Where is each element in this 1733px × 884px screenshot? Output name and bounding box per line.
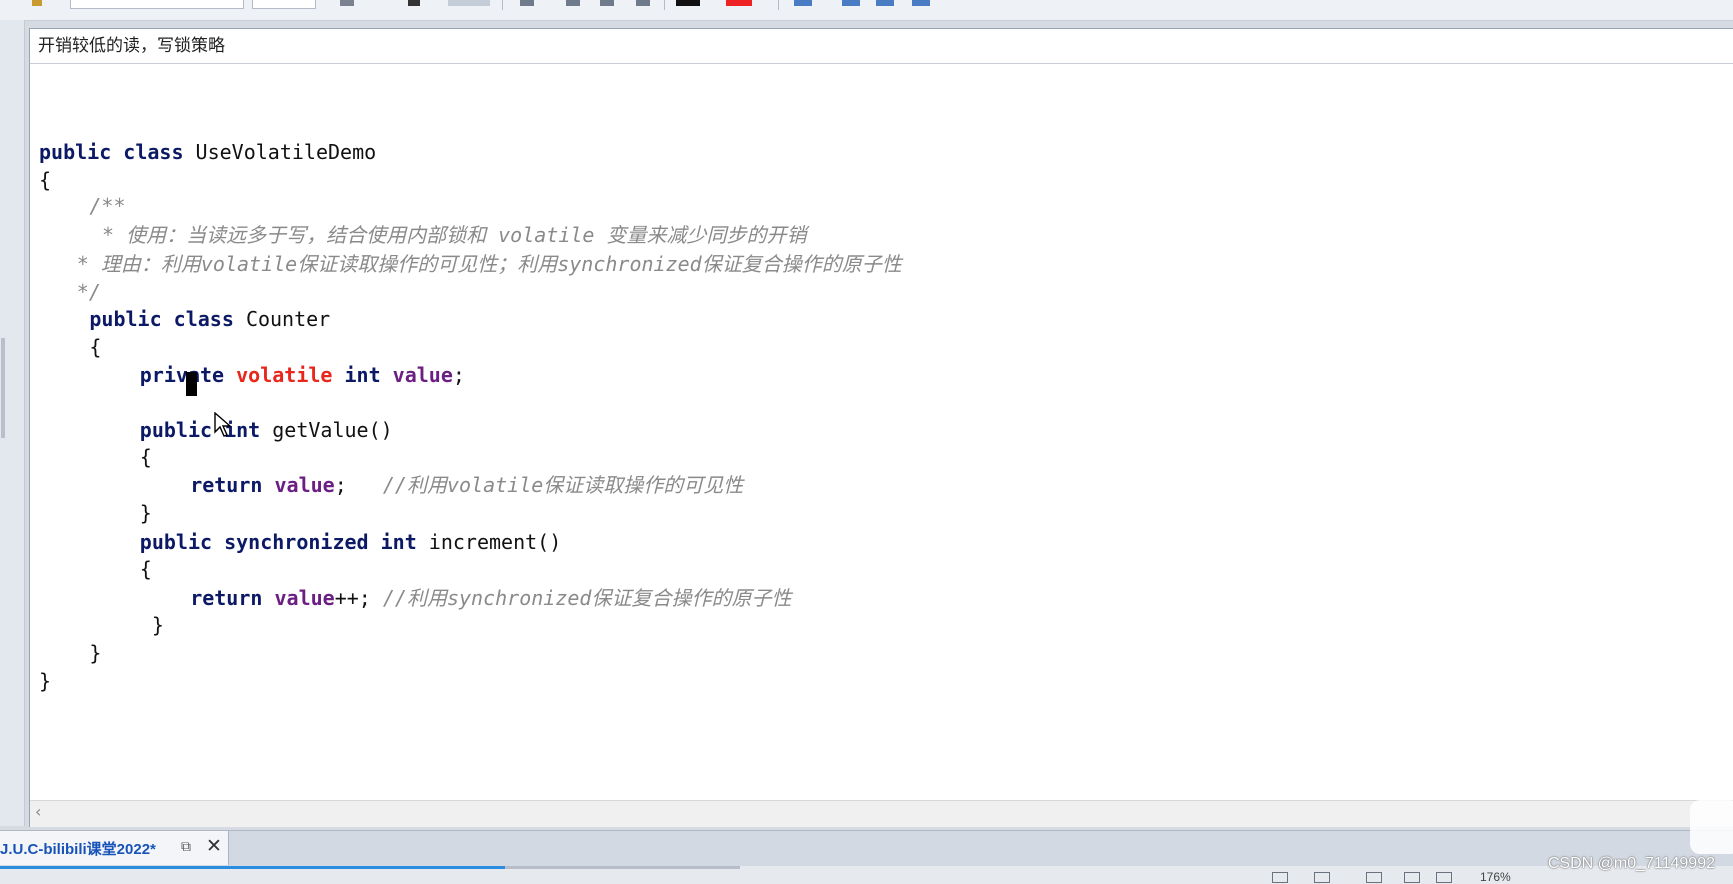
code-token: */ [76,280,101,304]
code-line-12[interactable]: return value; //利用volatile保证读取操作的可见性 [190,472,743,498]
progress-track [505,866,740,869]
document-tab-bar: J.U.C-bilibili课堂2022* ⧉ ✕ [0,830,1733,867]
font-color-icon[interactable] [676,0,700,6]
code-line-10[interactable]: public int getValue() [140,417,393,443]
float-window-icon[interactable]: ⧉ [181,839,191,855]
code-line-4[interactable]: * 使用：当读远多于写，结合使用内部锁和 volatile 变量来减少同步的开销 [102,222,807,248]
code-token: public class [89,307,246,331]
layout-b-icon[interactable] [1436,872,1452,883]
code-line-7[interactable]: public class Counter [89,306,330,332]
panel-title[interactable]: 开销较低的读，写锁策略 [30,29,1733,64]
code-token: //利用synchronized保证复合操作的原子性 [382,586,792,610]
code-token: UseVolatileDemo [195,140,377,164]
page-view-icon[interactable] [1272,872,1288,883]
status-bar: 176% [0,866,1733,884]
code-line-14[interactable]: public synchronized int increment() [140,529,561,555]
code-token: return [190,473,275,497]
indent-icon[interactable] [566,0,580,6]
code-token: } [39,669,52,693]
code-line-17[interactable]: } [140,612,164,638]
code-line-13[interactable]: } [140,500,152,526]
code-token: { [139,445,152,469]
code-line-18[interactable]: } [89,640,101,666]
image-icon[interactable] [876,0,894,6]
code-token: increment() [428,530,562,554]
document-tab-label[interactable]: J.U.C-bilibili课堂2022* [0,838,156,859]
progress-bar [0,866,505,869]
editor-panel: 开销较低的读，写锁策略 public class UseVolatileDemo… [29,28,1733,827]
video-play-button[interactable] [1690,800,1733,854]
code-token: getValue() [272,418,393,442]
code-token: value [392,363,453,387]
font-size-combo[interactable] [252,0,316,9]
code-token: { [39,168,52,192]
spell-check-icon[interactable] [1366,872,1382,883]
gutter-scroll-mark[interactable] [1,338,5,438]
code-line-5[interactable]: * 理由：利用volatile保证读取操作的可见性；利用synchronized… [77,251,902,277]
code-line-1[interactable]: public class UseVolatileDemo [39,139,376,165]
link-icon[interactable] [842,0,860,6]
font-name-combo[interactable] [70,0,244,9]
left-gutter [0,20,25,826]
table-icon[interactable] [794,0,812,6]
toolbar-separator [502,0,503,10]
code-line-19[interactable]: } [39,668,51,694]
text-caret [186,372,197,396]
underline-icon[interactable] [408,0,420,6]
code-token: Counter [245,307,331,331]
code-token: * 理由：利用volatile保证读取操作的可见性；利用synchronized… [76,252,902,276]
code-token: /** [89,194,126,218]
numbering-icon[interactable] [636,0,650,6]
code-token: ++; [334,586,383,610]
toolbar-separator [664,0,665,10]
toolbar-separator [778,0,779,10]
code-token: } [139,613,164,637]
highlight-color-icon[interactable] [726,0,752,6]
horizontal-scrollbar[interactable]: ‹ [30,800,1733,827]
attach-icon[interactable] [912,0,930,6]
zoom-level[interactable]: 176% [1480,870,1511,884]
filter-icon[interactable] [1314,872,1330,883]
mouse-pointer-icon [214,412,232,437]
code-line-3[interactable]: /** [89,193,125,219]
layout-a-icon[interactable] [1404,872,1420,883]
code-token: { [139,557,152,581]
code-token: int [344,363,393,387]
code-line-8[interactable]: { [89,334,101,360]
close-icon[interactable]: ✕ [206,835,222,857]
code-token: value [274,473,335,497]
scroll-left-icon[interactable]: ‹ [35,802,41,821]
list-icon[interactable] [520,0,534,6]
code-token: return [190,586,275,610]
code-token: } [139,501,152,525]
toolbar [0,0,1733,21]
code-token: * 使用：当读远多于写，结合使用内部锁和 volatile 变量来减少同步的开销 [102,223,807,247]
code-token: } [89,641,102,665]
watermark: CSDN @m0_71149992 [1547,855,1715,872]
align-icon[interactable] [448,0,490,6]
code-line-15[interactable]: { [140,556,152,582]
outdent-icon[interactable] [600,0,614,6]
document-tab[interactable]: J.U.C-bilibili课堂2022* ⧉ ✕ [0,831,229,865]
code-line-2[interactable]: { [39,167,51,193]
code-token: { [89,335,102,359]
code-token: ; [452,363,465,387]
code-token: volatile [236,363,345,387]
code-line-16[interactable]: return value++; //利用synchronized保证复合操作的原… [190,585,791,611]
code-token: //利用volatile保证读取操作的可见性 [382,473,744,497]
code-token: ; [334,473,383,497]
code-line-6[interactable]: */ [77,279,101,305]
code-token: public synchronized int [139,530,429,554]
code-token: public int [139,418,273,442]
paint-icon[interactable] [32,0,42,6]
code-line-11[interactable]: { [140,444,152,470]
code-token: public class [39,140,196,164]
bold-icon[interactable] [340,0,354,6]
code-token: value [274,586,335,610]
